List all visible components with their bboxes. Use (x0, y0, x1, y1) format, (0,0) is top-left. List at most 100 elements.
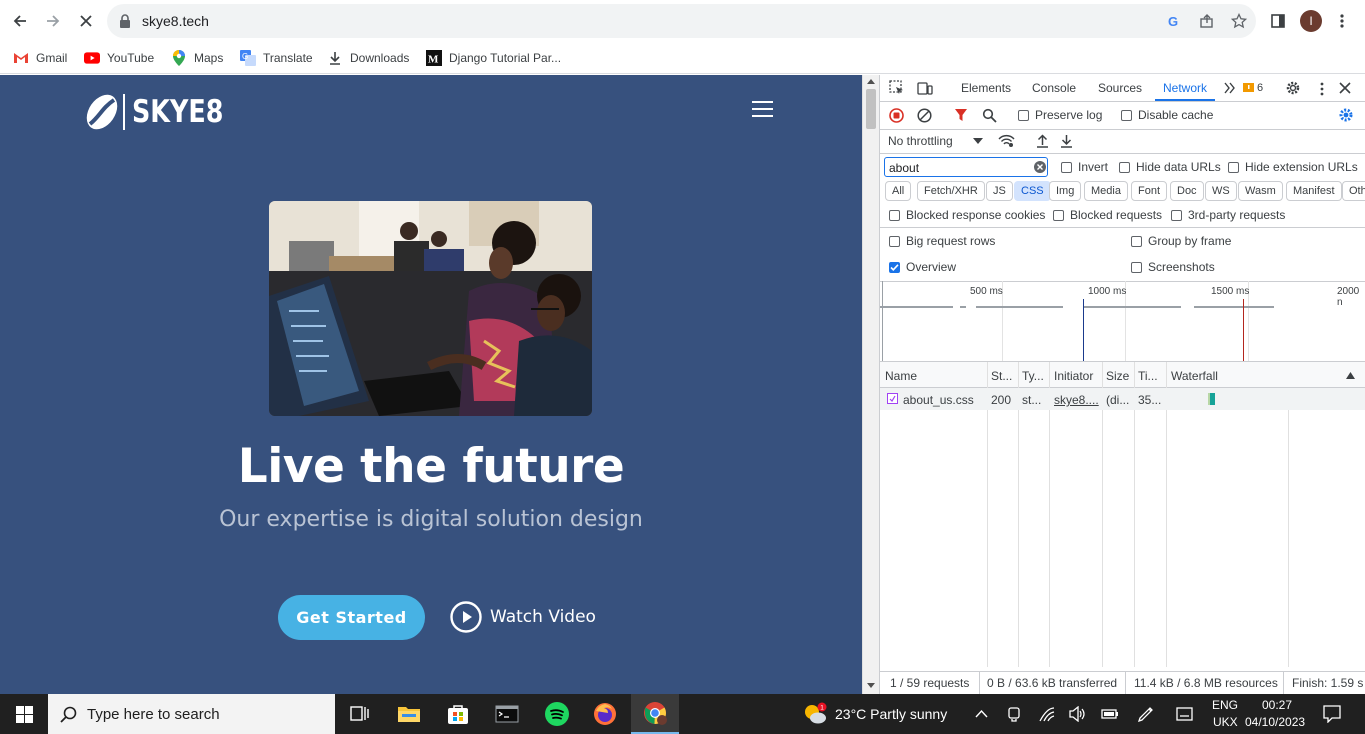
timeline-tick: 1000 ms (1088, 286, 1127, 297)
forward-button[interactable] (41, 9, 65, 33)
chrome-icon (644, 702, 667, 725)
filter-chip-manifest[interactable]: Manifest (1286, 181, 1342, 201)
bookmark-maps[interactable]: Maps (171, 47, 223, 69)
language-indicator[interactable]: ENG (1212, 698, 1238, 712)
preserve-log-checkbox[interactable]: Preserve log (1018, 108, 1102, 122)
filter-chip-other[interactable]: Oth (1342, 181, 1365, 201)
taskbar-search-box[interactable]: Type here to search (48, 694, 335, 734)
blocked-requests-checkbox[interactable]: Blocked requests (1053, 208, 1162, 222)
filter-chip-media[interactable]: Media (1084, 181, 1128, 201)
profile-avatar[interactable]: I (1299, 9, 1323, 33)
filter-funnel-icon (955, 109, 967, 121)
column-size[interactable]: Size (1106, 369, 1129, 383)
filter-chip-img[interactable]: Img (1049, 181, 1082, 201)
tab-sources[interactable]: Sources (1098, 81, 1142, 95)
clock-date[interactable]: 04/10/2023 (1245, 715, 1305, 729)
column-time[interactable]: Ti... (1138, 369, 1158, 383)
firefox-button[interactable] (581, 694, 629, 734)
bookmark-downloads[interactable]: Downloads (327, 47, 409, 69)
filter-input[interactable]: about (884, 157, 1048, 177)
weather-text[interactable]: 23°C Partly sunny (835, 706, 947, 722)
filter-chip-wasm[interactable]: Wasm (1238, 181, 1283, 201)
address-bar[interactable]: skye8.tech G (107, 4, 1256, 38)
keyboard-layout-indicator[interactable]: UKX (1213, 715, 1238, 729)
google-translate-icon[interactable]: G (1165, 12, 1183, 30)
big-request-rows-checkbox[interactable]: Big request rows (889, 234, 995, 248)
hamburger-menu-icon[interactable] (752, 101, 776, 121)
back-button[interactable] (8, 9, 32, 33)
avatar: I (1300, 10, 1322, 32)
tab-network[interactable]: Network (1163, 81, 1207, 95)
screenshots-checkbox[interactable]: Screenshots (1131, 260, 1215, 274)
column-initiator[interactable]: Initiator (1054, 369, 1093, 383)
blocked-response-cookies-checkbox[interactable]: Blocked response cookies (889, 208, 1045, 222)
get-started-button[interactable]: Get Started (278, 595, 425, 640)
bookmark-star-icon[interactable] (1230, 12, 1248, 30)
folder-icon (398, 707, 420, 722)
spotify-button[interactable] (533, 694, 581, 734)
network-status-bar: 1 / 59 requests 0 B / 63.6 kB transferre… (880, 671, 1365, 694)
side-panel-button[interactable] (1266, 9, 1290, 33)
filter-chip-all[interactable]: All (885, 181, 912, 201)
column-waterfall[interactable]: Waterfall (1171, 369, 1218, 383)
firefox-icon (594, 703, 616, 725)
chrome-button-active[interactable] (631, 694, 679, 734)
microsoft-store-button[interactable] (434, 694, 482, 734)
overview-checkbox[interactable]: Overview (889, 260, 956, 274)
issues-badge[interactable]: 6 (1243, 82, 1263, 94)
tab-console[interactable]: Console (1032, 81, 1076, 95)
filter-chip-font[interactable]: Font (1131, 181, 1168, 201)
weather-icon[interactable]: 1 (803, 702, 827, 726)
svg-text:1: 1 (820, 704, 824, 711)
column-type[interactable]: Ty... (1022, 369, 1044, 383)
filter-chip-css[interactable]: CSS (1014, 181, 1051, 201)
play-circle-icon (450, 601, 482, 633)
start-button[interactable] (0, 694, 48, 734)
hero-image (269, 201, 592, 416)
terminal-icon (495, 705, 519, 723)
chrome-menu-button[interactable] (1330, 9, 1354, 33)
sort-ascending-icon (1346, 372, 1355, 379)
disable-cache-checkbox[interactable]: Disable cache (1121, 108, 1213, 122)
filter-chip-doc[interactable]: Doc (1170, 181, 1204, 201)
bookmark-youtube[interactable]: YouTube (84, 47, 154, 69)
search-icon (982, 108, 997, 123)
url-text[interactable]: skye8.tech (142, 13, 209, 29)
hide-data-urls-checkbox[interactable]: Hide data URLs (1119, 160, 1221, 174)
bookmark-translate[interactable]: G Translate (240, 47, 313, 69)
scrollbar-thumb[interactable] (866, 89, 876, 129)
group-by-frame-checkbox[interactable]: Group by frame (1131, 234, 1231, 248)
bookmark-django-tutorial[interactable]: M Django Tutorial Par... (426, 47, 561, 69)
scroll-down-icon (867, 683, 875, 688)
invert-checkbox[interactable]: Invert (1061, 160, 1108, 174)
task-view-button[interactable] (335, 694, 383, 734)
site-logo[interactable]: SKYE8 (82, 90, 244, 134)
share-icon[interactable] (1198, 12, 1216, 30)
tab-elements[interactable]: Elements (961, 81, 1011, 95)
stop-loading-button[interactable] (74, 9, 98, 33)
filter-chip-fetch-xhr[interactable]: Fetch/XHR (917, 181, 985, 201)
watch-video-button[interactable]: Watch Video (450, 601, 596, 633)
page-scrollbar[interactable] (862, 75, 879, 694)
filter-chip-ws[interactable]: WS (1205, 181, 1237, 201)
download-icon (327, 50, 343, 66)
bookmark-gmail[interactable]: Gmail (13, 47, 67, 69)
column-status[interactable]: St... (991, 369, 1012, 383)
filter-chip-js[interactable]: JS (986, 181, 1013, 201)
disable-cache-label: Disable cache (1138, 108, 1214, 122)
timeline-overview[interactable]: 500 ms 1000 ms 1500 ms 2000 n (880, 281, 1365, 362)
volume-icon (1069, 706, 1085, 722)
throttling-select[interactable]: No throttling (888, 134, 983, 148)
table-row[interactable]: about_us.css 200 st... skye8.... (di... … (880, 388, 1365, 410)
store-icon (448, 705, 468, 724)
terminal-button[interactable] (483, 694, 531, 734)
clock-time[interactable]: 00:27 (1262, 698, 1292, 712)
spotify-icon (545, 702, 569, 726)
hide-extension-urls-checkbox[interactable]: Hide extension URLs (1228, 160, 1358, 174)
request-name[interactable]: about_us.css (903, 393, 974, 407)
column-name[interactable]: Name (885, 369, 917, 383)
file-explorer-button[interactable] (385, 694, 433, 734)
third-party-requests-checkbox[interactable]: 3rd-party requests (1171, 208, 1285, 222)
request-initiator-link[interactable]: skye8.... (1054, 393, 1099, 407)
timeline-activity (960, 306, 966, 308)
